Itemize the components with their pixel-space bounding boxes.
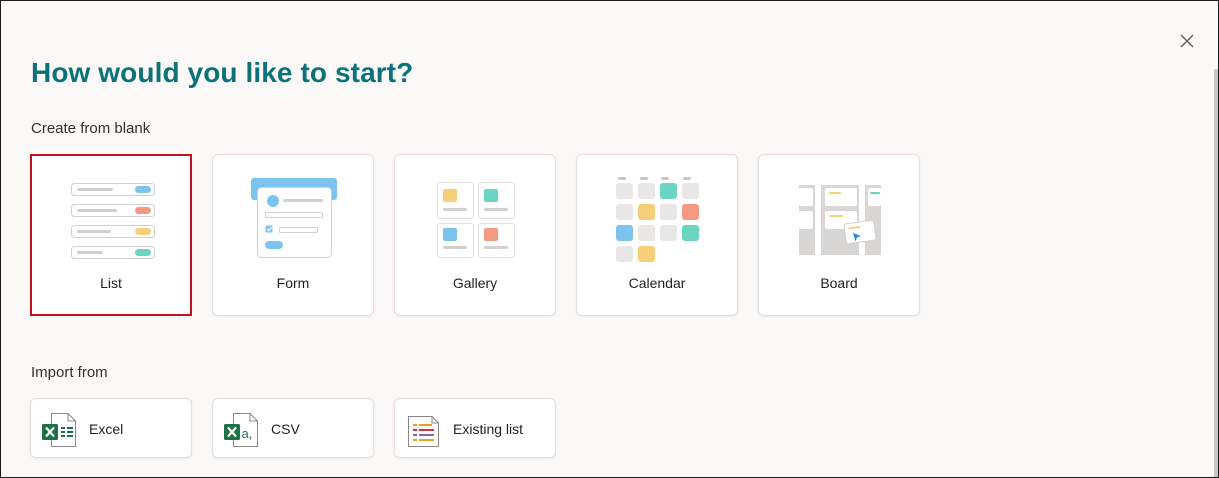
board-card-label: Board: [820, 275, 858, 291]
list-illustration: [71, 183, 155, 259]
create-list-dialog: How would you like to start? Create from…: [0, 0, 1219, 478]
import-csv-label: CSV: [271, 421, 300, 437]
svg-text:a,: a,: [242, 426, 253, 441]
dialog-title: How would you like to start?: [31, 57, 414, 88]
form-illustration: [251, 178, 337, 258]
calendar-card[interactable]: Calendar: [576, 154, 738, 316]
import-excel-label: Excel: [89, 421, 124, 437]
csv-icon: a,: [224, 413, 258, 447]
list-card[interactable]: List: [30, 154, 192, 316]
list-card-label: List: [100, 275, 122, 291]
form-card-label: Form: [276, 275, 310, 291]
gallery-illustration: [437, 182, 515, 258]
import-excel-card[interactable]: Excel: [30, 398, 192, 458]
calendar-card-label: Calendar: [628, 275, 686, 291]
create-from-blank-heading: Create from blank: [31, 120, 151, 137]
import-existing-list-card[interactable]: Existing list: [394, 398, 556, 458]
close-icon: [1180, 34, 1194, 48]
import-csv-card[interactable]: a, CSV: [212, 398, 374, 458]
import-from-heading: Import from: [31, 364, 108, 381]
calendar-illustration: [616, 177, 699, 262]
board-card[interactable]: Board: [758, 154, 920, 316]
existing-list-icon: [408, 416, 439, 447]
close-button[interactable]: [1175, 29, 1199, 53]
scrollbar[interactable]: [1214, 69, 1218, 477]
form-card[interactable]: Form: [212, 154, 374, 316]
gallery-card-label: Gallery: [452, 275, 498, 291]
excel-icon: [42, 413, 76, 447]
import-existing-list-label: Existing list: [453, 421, 524, 437]
board-illustration: [799, 185, 881, 255]
gallery-card[interactable]: Gallery: [394, 154, 556, 316]
